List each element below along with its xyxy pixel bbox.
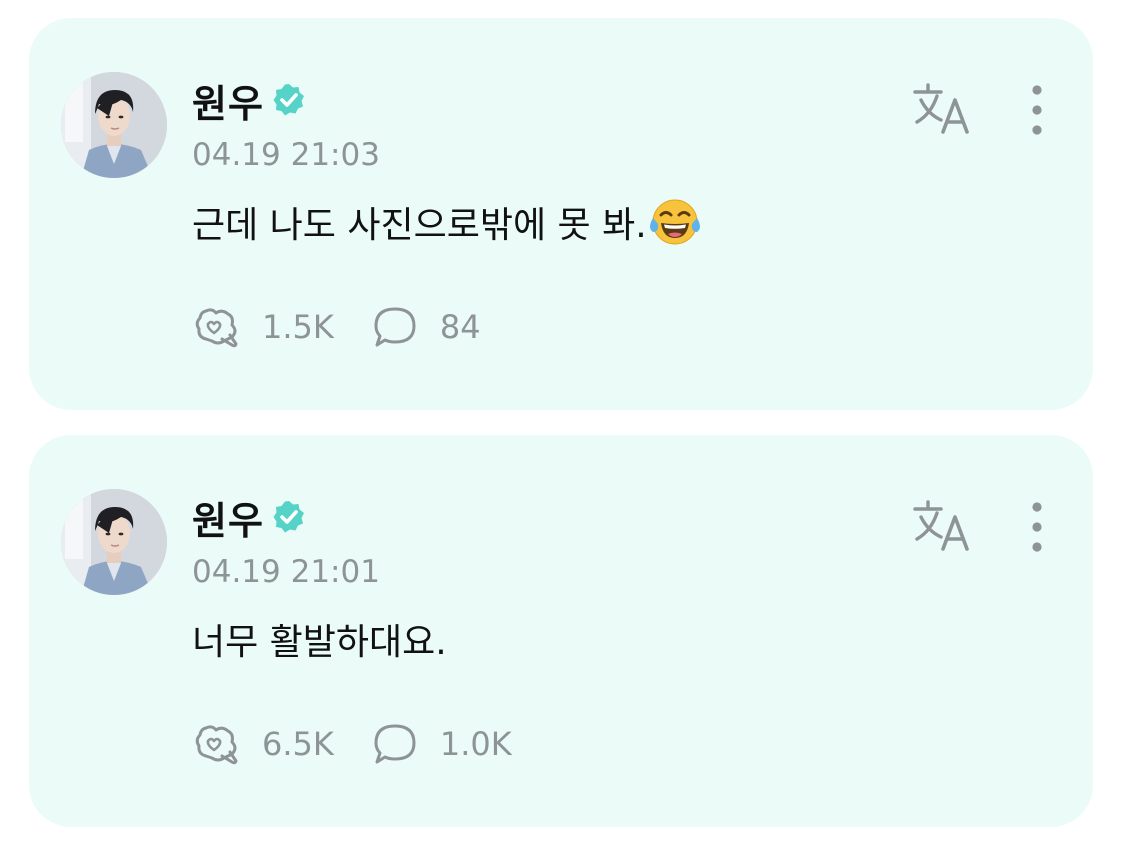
translate-icon bbox=[913, 83, 969, 134]
comment-icon bbox=[374, 724, 416, 764]
more-options-icon bbox=[1032, 502, 1042, 552]
author-row: 원우 bbox=[192, 73, 306, 128]
timestamp: 04.19 21:01 bbox=[192, 554, 380, 590]
like-button[interactable]: 6.5K bbox=[192, 722, 334, 766]
post-card[interactable]: 원우 04.19 21:01 너무 활발하대요. 6.5K 1.0K bbox=[29, 435, 1093, 827]
comment-count: 84 bbox=[439, 308, 481, 346]
translate-button[interactable] bbox=[911, 497, 975, 557]
like-count: 1.5K bbox=[262, 308, 334, 346]
verified-badge-icon bbox=[272, 500, 306, 534]
translate-icon bbox=[913, 500, 969, 551]
post-text: 너무 활발하대요. bbox=[192, 622, 447, 663]
author-name[interactable]: 원우 bbox=[192, 73, 264, 128]
more-options-button[interactable] bbox=[1017, 497, 1057, 557]
post-feed: 원우 04.19 21:03 근데 나도 사진으로밖에 못 봐. 1.5K 84… bbox=[0, 0, 1124, 844]
timestamp: 04.19 21:03 bbox=[192, 137, 380, 173]
post-actions: 6.5K 1.0K bbox=[192, 722, 512, 766]
like-button[interactable]: 1.5K bbox=[192, 305, 334, 349]
like-icon bbox=[195, 308, 238, 348]
comment-count: 1.0K bbox=[439, 725, 512, 763]
author-name[interactable]: 원우 bbox=[192, 490, 264, 545]
verified-badge-icon bbox=[272, 83, 306, 117]
post-content: 근데 나도 사진으로밖에 못 봐. bbox=[192, 196, 701, 248]
post-card[interactable]: 원우 04.19 21:03 근데 나도 사진으로밖에 못 봐. 1.5K 84 bbox=[29, 18, 1093, 410]
comment-icon bbox=[374, 307, 416, 347]
avatar[interactable] bbox=[61, 72, 167, 178]
post-content: 너무 활발하대요. bbox=[192, 613, 447, 665]
translate-button[interactable] bbox=[911, 80, 975, 140]
like-icon bbox=[195, 725, 238, 765]
more-options-button[interactable] bbox=[1017, 80, 1057, 140]
post-actions: 1.5K 84 bbox=[192, 305, 481, 349]
comment-button[interactable]: 84 bbox=[372, 305, 481, 349]
avatar[interactable] bbox=[61, 489, 167, 595]
comment-button[interactable]: 1.0K bbox=[372, 722, 512, 766]
post-text: 근데 나도 사진으로밖에 못 봐. bbox=[192, 205, 647, 246]
author-row: 원우 bbox=[192, 490, 306, 545]
like-count: 6.5K bbox=[262, 725, 334, 763]
more-options-icon bbox=[1032, 85, 1042, 135]
face-with-tears-of-joy-icon bbox=[649, 196, 701, 248]
